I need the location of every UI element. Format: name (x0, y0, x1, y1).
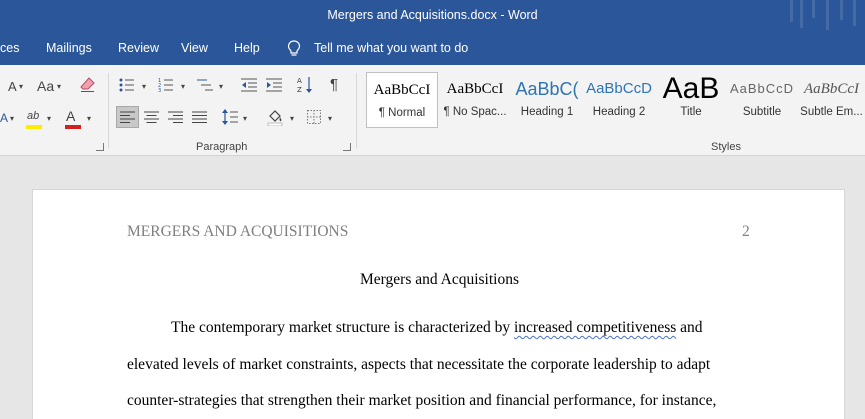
decrease-indent-icon[interactable] (241, 78, 257, 92)
style-sample: AaBbC( (515, 79, 579, 99)
tab-mailings[interactable]: Mailings (46, 41, 92, 55)
chevron-down-icon[interactable]: ▾ (243, 111, 247, 127)
style-title[interactable]: AaB Title (656, 72, 726, 128)
svg-text:Z: Z (297, 86, 302, 94)
text-run: and (676, 319, 703, 336)
chevron-down-icon[interactable]: ▾ (290, 111, 294, 127)
document-page[interactable]: MERGERS AND ACQUISITIONS 2 Mergers and A… (32, 189, 845, 419)
tab-view[interactable]: View (181, 41, 208, 55)
style-name: Heading 2 (592, 106, 646, 118)
grow-font-button[interactable]: A (8, 79, 17, 95)
document-title: Mergers and Acquisitions (359, 271, 519, 288)
change-case-button[interactable]: Aa (37, 78, 54, 94)
title-bar: Mergers and Acquisitions.docx - Word (0, 0, 865, 32)
style-name: ¶ Normal (378, 107, 426, 119)
style-name: ¶ No Spac... (443, 106, 507, 118)
text-run: The contemporary market structure is cha… (171, 319, 514, 336)
chevron-down-icon[interactable]: ▾ (219, 79, 223, 95)
tab-help[interactable]: Help (234, 41, 260, 55)
style-name: Subtitle (742, 106, 782, 118)
paragraph-line-3: counter-strategies that strengthen their… (127, 392, 717, 409)
style-sample: AaB (662, 72, 720, 105)
chevron-down-icon[interactable]: ▾ (10, 111, 14, 127)
ribbon-tabs: ces Mailings Review View Help Tell me wh… (0, 32, 865, 65)
style-sample: AaBbCcD (729, 81, 795, 96)
increase-indent-icon[interactable] (266, 78, 282, 92)
style-normal[interactable]: AaBbCcI ¶ Normal (366, 72, 438, 128)
style-name: Subtle Em... (800, 106, 863, 118)
ribbon: A ▾ Aa ▾ A ▾ ab ▾ A ▾ ▾ 1 2 3 ▾ ▾ AZ ¶ ▾… (0, 65, 865, 156)
line-spacing-icon[interactable] (222, 109, 238, 125)
paragraph-line-2: elevated levels of market constraints, a… (127, 356, 711, 373)
style-sample: AaBbCcI (446, 81, 504, 97)
window-title: Mergers and Acquisitions.docx - Word (327, 8, 538, 22)
paragraph-group-label: Paragraph (196, 141, 248, 153)
header-running-title: MERGERS AND ACQUISITIONS (127, 223, 349, 240)
font-dialog-launcher[interactable] (96, 143, 104, 151)
show-formatting-marks-icon[interactable]: ¶ (330, 77, 338, 93)
group-separator (108, 73, 109, 148)
style-no-spacing[interactable]: AaBbCcI ¶ No Spac... (439, 72, 511, 128)
chevron-down-icon[interactable]: ▾ (57, 79, 61, 95)
font-color-button[interactable]: A (66, 108, 75, 124)
borders-icon[interactable] (307, 110, 321, 124)
svg-text:A: A (297, 77, 302, 85)
paragraph-line-1: The contemporary market structure is cha… (171, 319, 703, 337)
clear-formatting-icon[interactable] (80, 76, 96, 94)
styles-group-label: Styles (711, 141, 741, 153)
align-left-button[interactable] (116, 106, 139, 128)
chevron-down-icon[interactable]: ▾ (328, 111, 332, 127)
paragraph-dialog-launcher[interactable] (343, 143, 351, 151)
text-effects-button[interactable]: A (0, 110, 8, 126)
tell-me-search[interactable]: Tell me what you want to do (314, 41, 468, 55)
chevron-down-icon[interactable]: ▾ (142, 79, 146, 95)
font-color-swatch (65, 125, 81, 129)
grammar-flagged-text[interactable]: increased competitiveness (514, 319, 676, 336)
chevron-down-icon[interactable]: ▾ (19, 79, 23, 95)
justify-icon[interactable] (192, 111, 207, 123)
highlight-button[interactable]: ab (27, 108, 39, 124)
highlight-color-swatch (26, 125, 42, 129)
svg-text:3: 3 (158, 88, 161, 92)
sort-icon[interactable]: AZ (297, 76, 313, 94)
tab-references[interactable]: ces (0, 41, 19, 55)
document-area[interactable]: MERGERS AND ACQUISITIONS 2 Mergers and A… (0, 156, 865, 419)
align-right-icon[interactable] (168, 111, 183, 123)
numbering-icon[interactable]: 1 2 3 (158, 78, 174, 92)
style-heading-2[interactable]: AaBbCcD Heading 2 (584, 72, 654, 128)
style-sample: AaBbCcD (586, 80, 652, 97)
chevron-down-icon[interactable]: ▾ (181, 79, 185, 95)
bullets-icon[interactable] (119, 78, 135, 92)
style-heading-1[interactable]: AaBbC( Heading 1 (512, 72, 582, 128)
align-center-icon[interactable] (144, 111, 159, 123)
style-sample: AaBbCcI (804, 81, 859, 97)
chevron-down-icon[interactable]: ▾ (87, 111, 91, 127)
style-sample: AaBbCcI (373, 82, 431, 98)
style-name: Heading 1 (520, 106, 574, 118)
chevron-down-icon[interactable]: ▾ (47, 111, 51, 127)
align-left-icon (120, 111, 135, 123)
header-page-number: 2 (742, 223, 750, 240)
style-subtle-emphasis[interactable]: AaBbCcI Subtle Em... (798, 72, 865, 128)
style-subtitle[interactable]: AaBbCcD Subtitle (728, 72, 796, 128)
multilevel-list-icon[interactable] (197, 78, 213, 92)
shading-icon[interactable] (266, 108, 284, 126)
group-separator (356, 73, 357, 148)
tab-review[interactable]: Review (118, 41, 159, 55)
style-name: Title (680, 106, 702, 118)
lightbulb-icon[interactable] (287, 40, 301, 58)
